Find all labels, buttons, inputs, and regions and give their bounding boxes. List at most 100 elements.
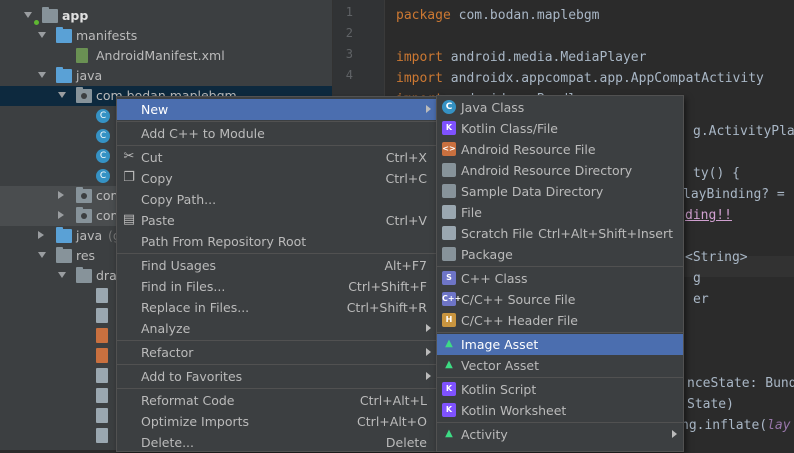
drawable-file-icon[interactable] <box>96 288 108 303</box>
menu-item-copy-path[interactable]: Copy Path... <box>117 189 437 210</box>
menu-item-label[interactable]: C/C++ Header File <box>461 310 578 331</box>
menu-item-label[interactable]: Analyze <box>141 318 190 339</box>
menu-item-label[interactable]: Android Resource File <box>461 139 596 160</box>
menu-item-label[interactable]: Paste <box>141 210 175 231</box>
code-text[interactable]: nceState: Bund <box>687 376 794 391</box>
code-keyword[interactable]: package <box>396 8 451 23</box>
menu-item-label[interactable]: Replace in Files... <box>141 297 249 318</box>
kotlin-class-icon[interactable]: C <box>96 169 110 183</box>
tree-row[interactable]: manifests <box>0 26 332 46</box>
menu-separator[interactable] <box>437 377 683 378</box>
menu-item-shortcut[interactable]: Ctrl+V <box>386 210 427 231</box>
kotlin-class-icon[interactable]: C <box>96 129 110 143</box>
drawable-file-icon[interactable] <box>96 388 108 403</box>
menu-separator[interactable] <box>117 388 437 389</box>
menu-item-label[interactable]: Package <box>461 244 513 265</box>
menu-item-label[interactable]: Java Class <box>461 97 524 118</box>
menu-item-label[interactable]: Find in Files... <box>141 276 225 297</box>
scratch-file-icon[interactable] <box>442 226 456 240</box>
res-folder-icon[interactable] <box>56 247 72 263</box>
code-keyword[interactable]: import <box>396 50 443 65</box>
line-number[interactable]: 4 <box>333 68 353 82</box>
tree-item-label[interactable]: AndroidManifest.xml <box>96 46 225 66</box>
kotlin-file-icon[interactable]: K <box>442 121 456 135</box>
tree-row[interactable]: app <box>0 6 332 26</box>
menu-item-label[interactable]: Find Usages <box>141 255 216 276</box>
menu-item-label[interactable]: Kotlin Script <box>461 379 536 400</box>
menu-separator[interactable] <box>117 253 437 254</box>
package-icon[interactable] <box>442 247 456 261</box>
code-text[interactable]: ding!! <box>685 208 732 223</box>
menu-item-label[interactable]: Kotlin Worksheet <box>461 400 566 421</box>
cut-icon[interactable]: ✂ <box>122 150 136 164</box>
menu-item-shortcut[interactable]: Ctrl+C <box>386 168 427 189</box>
menu-item-label[interactable]: Add C++ to Module <box>141 123 265 144</box>
menu-item-label[interactable]: Image Asset <box>461 334 538 355</box>
cpp-source-icon[interactable]: C++ <box>442 292 461 306</box>
menu-item-label[interactable]: C/C++ Source File <box>461 289 575 310</box>
menu-separator[interactable] <box>117 340 437 341</box>
chevron-down-icon[interactable] <box>24 12 32 18</box>
menu-item-scratch-file[interactable]: Scratch File Ctrl+Alt+Shift+Insert <box>437 223 683 244</box>
file-icon[interactable] <box>442 205 456 219</box>
code-fragment[interactable]: layBinding? = <box>683 184 785 205</box>
chevron-right-icon[interactable] <box>38 231 44 239</box>
menu-item-shortcut[interactable]: Alt+F7 <box>384 255 427 276</box>
menu-item-label[interactable]: Vector Asset <box>461 355 539 376</box>
app-module-icon[interactable] <box>42 7 58 23</box>
submenu-arrow-icon[interactable] <box>426 324 431 332</box>
line-number[interactable]: 3 <box>333 47 353 61</box>
folder-icon[interactable] <box>56 27 72 43</box>
menu-item-label[interactable]: Scratch File <box>461 223 533 244</box>
code-text[interactable]: ty() { <box>693 166 740 181</box>
code-text[interactable]: androidx.appcompat.app.AppCompatActivity <box>443 71 764 86</box>
menu-item-sample-data-directory[interactable]: Sample Data Directory <box>437 181 683 202</box>
menu-item-image-asset[interactable]: ▲ Image Asset <box>437 334 683 355</box>
code-text[interactable]: er <box>693 292 709 307</box>
menu-item-label[interactable]: New <box>141 99 168 120</box>
menu-item-activity[interactable]: ▲ Activity <box>437 424 683 445</box>
kotlin-worksheet-icon[interactable]: K <box>442 403 456 417</box>
menu-item-add-to-favorites[interactable]: Add to Favorites <box>117 366 437 387</box>
menu-item-label[interactable]: Refactor <box>141 342 193 363</box>
menu-item-label[interactable]: Reformat Code <box>141 390 235 411</box>
menu-item-shortcut[interactable]: Ctrl+Shift+F <box>348 276 427 297</box>
menu-separator[interactable] <box>117 364 437 365</box>
xml-file-icon[interactable] <box>96 348 108 363</box>
drawable-file-icon[interactable] <box>96 428 108 443</box>
menu-item-kotlin-worksheet[interactable]: K Kotlin Worksheet <box>437 400 683 421</box>
android-icon[interactable]: ▲ <box>442 427 456 441</box>
menu-item-android-resource-directory[interactable]: Android Resource Directory <box>437 160 683 181</box>
code-text[interactable]: <String> <box>685 250 748 265</box>
package-icon[interactable] <box>76 87 92 103</box>
package-icon[interactable] <box>76 207 92 223</box>
menu-item-label[interactable]: File <box>461 202 482 223</box>
code-fragment[interactable]: State) <box>687 394 734 415</box>
chevron-down-icon[interactable] <box>38 72 46 78</box>
menu-item-analyze[interactable]: Analyze <box>117 318 437 339</box>
menu-separator[interactable] <box>437 266 683 267</box>
tree-item-label[interactable]: java <box>76 66 102 86</box>
manifest-file-icon[interactable] <box>76 48 88 63</box>
menu-item-add-c-to-module[interactable]: Add C++ to Module <box>117 123 437 144</box>
code-fragment[interactable]: g.ActivityPlay <box>693 121 794 142</box>
code-fragment[interactable]: ng.inflate(lay <box>681 415 791 436</box>
kotlin-class-icon[interactable]: C <box>96 149 110 163</box>
menu-item-label[interactable]: Sample Data Directory <box>461 181 603 202</box>
chevron-down-icon[interactable] <box>38 32 46 38</box>
menu-item-label[interactable]: Android Resource Directory <box>461 160 632 181</box>
module-status-dot[interactable] <box>34 20 39 25</box>
code-keyword[interactable]: import <box>396 71 443 86</box>
code-fragment[interactable]: er <box>693 289 709 310</box>
menu-item-shortcut[interactable]: Ctrl+Alt+L <box>360 390 427 411</box>
menu-item-cut[interactable]: ✂ Cut Ctrl+X <box>117 147 437 168</box>
code-text[interactable]: android.media.MediaPlayer <box>443 50 647 65</box>
drawable-file-icon[interactable] <box>96 368 108 383</box>
menu-item-path-from-repository-root[interactable]: Path From Repository Root <box>117 231 437 252</box>
menu-item-label[interactable]: C++ Class <box>461 268 528 289</box>
folder-icon[interactable] <box>442 184 456 198</box>
menu-item-label[interactable]: Cut <box>141 147 163 168</box>
code-fragment[interactable]: g <box>693 268 701 289</box>
copy-icon[interactable]: ❐ <box>122 171 136 185</box>
code-text[interactable]: g <box>693 271 701 286</box>
